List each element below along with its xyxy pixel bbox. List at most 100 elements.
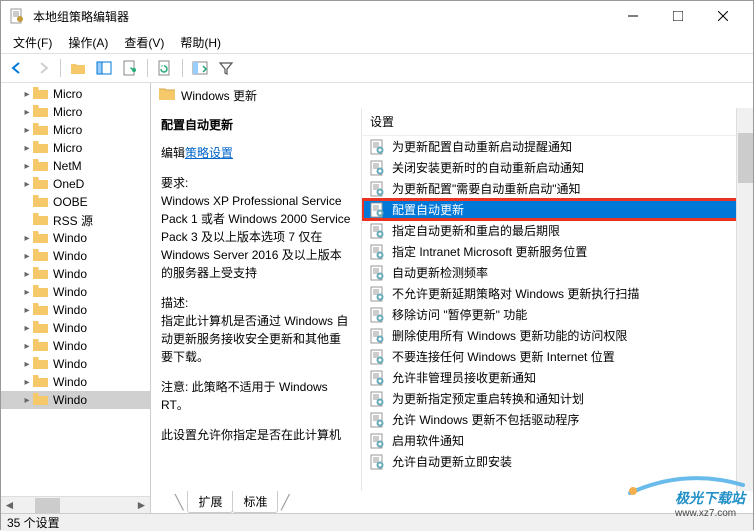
setting-item[interactable]: 为更新配置自动重新启动提醒通知 [362, 136, 753, 157]
tab-extended[interactable]: 扩展 [187, 491, 233, 513]
expand-icon[interactable]: ▸ [21, 143, 33, 154]
export-button[interactable] [188, 56, 212, 80]
tree-item[interactable]: ▸NetM [1, 157, 150, 175]
setting-item[interactable]: 指定 Intranet Microsoft 更新服务位置 [362, 241, 753, 262]
setting-item[interactable]: 为更新配置"需要自动重新启动"通知 [362, 178, 753, 199]
app-icon [9, 8, 25, 24]
tree-item[interactable]: ▸Windo [1, 373, 150, 391]
setting-item[interactable]: 为更新指定预定重启转换和通知计划 [362, 388, 753, 409]
expand-icon[interactable]: ▸ [21, 269, 33, 280]
setting-item[interactable]: 关闭安装更新时的自动重新启动通知 [362, 157, 753, 178]
setting-item[interactable]: 允许自动更新立即安装 [362, 451, 753, 472]
menu-view[interactable]: 查看(V) [116, 32, 172, 53]
tree-item[interactable]: ▸ Windo [1, 301, 150, 319]
minimize-button[interactable] [610, 1, 655, 31]
tree-item[interactable]: ▸ Micro [1, 121, 150, 139]
tree-item[interactable]: ▸Windo [1, 391, 150, 409]
horizontal-scrollbar[interactable]: ◄► [1, 496, 150, 513]
folder-icon [159, 87, 175, 104]
tree-item[interactable]: ▸Micro [1, 85, 150, 103]
filter-button[interactable] [214, 56, 238, 80]
properties-button[interactable] [118, 56, 142, 80]
tab-standard[interactable]: 标准 [232, 491, 278, 513]
tree-item[interactable]: ▸OneD [1, 175, 150, 193]
setting-item[interactable]: 自动更新检测频率 [362, 262, 753, 283]
expand-icon[interactable]: ▸ [21, 125, 33, 136]
maximize-button[interactable] [655, 1, 700, 31]
toolbar-separator [147, 59, 148, 77]
menu-action[interactable]: 操作(A) [60, 32, 116, 53]
settings-column-header[interactable]: 设置 [362, 108, 753, 136]
tree-item[interactable]: ▸Windo [1, 247, 150, 265]
expand-icon[interactable]: ▸ [21, 359, 33, 370]
expand-icon[interactable]: ▸ [21, 233, 33, 244]
requirements-text: Windows XP Professional Service Pack 1 或… [161, 192, 351, 282]
close-button[interactable] [700, 1, 745, 31]
description-pane: 配置自动更新 编辑策略设置 要求: Windows XP Professiona… [151, 108, 361, 491]
tree-item[interactable]: RSS 源 [1, 211, 150, 229]
tree-item[interactable]: OOBE [1, 193, 150, 211]
setting-item[interactable]: 不允许更新延期策略对 Windows 更新执行扫描 [362, 283, 753, 304]
content-title: Windows 更新 [181, 87, 257, 104]
menu-help[interactable]: 帮助(H) [172, 32, 229, 53]
setting-item[interactable]: 配置自动更新 [362, 199, 753, 220]
expand-icon[interactable]: ▸ [21, 323, 33, 334]
expand-icon[interactable]: ▸ [21, 161, 33, 172]
content-pane: Windows 更新 配置自动更新 编辑策略设置 要求: Windows XP … [151, 83, 753, 513]
tree-item-label: Windo [53, 357, 87, 371]
setting-item-label: 允许非管理员接收更新通知 [392, 369, 536, 386]
tree-item-label: RSS 源 [53, 212, 93, 229]
folder-icon [33, 195, 49, 209]
folder-icon [33, 357, 49, 371]
up-button[interactable] [66, 56, 90, 80]
expand-icon[interactable]: ▸ [21, 341, 33, 352]
tree-item[interactable]: ▸ Windo [1, 355, 150, 373]
tree-item-label: OOBE [53, 195, 88, 209]
setting-item-label: 为更新指定预定重启转换和通知计划 [392, 390, 584, 407]
tree-item[interactable]: ▸Micro [1, 103, 150, 121]
tree-item-label: Micro [53, 123, 82, 137]
edit-policy-link[interactable]: 策略设置 [185, 146, 233, 160]
setting-item-label: 启用软件通知 [392, 432, 464, 449]
tree-item[interactable]: ▸Windo [1, 283, 150, 301]
tree-item-label: Micro [53, 141, 82, 155]
setting-item[interactable]: 指定自动更新和重启的最后期限 [362, 220, 753, 241]
content-header: Windows 更新 [151, 83, 753, 108]
setting-item[interactable]: 移除访问 "暂停更新" 功能 [362, 304, 753, 325]
setting-item[interactable]: 启用软件通知 [362, 430, 753, 451]
setting-item[interactable]: 允许非管理员接收更新通知 [362, 367, 753, 388]
setting-item-label: 移除访问 "暂停更新" 功能 [392, 306, 527, 323]
refresh-button[interactable] [153, 56, 177, 80]
expand-icon[interactable]: ▸ [21, 377, 33, 388]
more-text: 此设置允许你指定是否在此计算机 [161, 426, 351, 444]
back-button[interactable] [5, 56, 29, 80]
tree-item[interactable]: ▸Windo [1, 229, 150, 247]
show-hide-tree-button[interactable] [92, 56, 116, 80]
expand-icon[interactable]: ▸ [21, 107, 33, 118]
description-text: 指定此计算机是否通过 Windows 自动更新服务接收安全更新和其他重要下载。 [161, 312, 351, 366]
vertical-scrollbar[interactable] [736, 108, 753, 491]
requirements-label: 要求: [161, 174, 351, 192]
expand-icon[interactable]: ▸ [21, 395, 33, 406]
expand-icon[interactable]: ▸ [21, 251, 33, 262]
setting-item[interactable]: 不要连接任何 Windows 更新 Internet 位置 [362, 346, 753, 367]
setting-item-label: 关闭安装更新时的自动重新启动通知 [392, 159, 584, 176]
expand-icon[interactable]: ▸ [21, 179, 33, 190]
setting-item[interactable]: 允许 Windows 更新不包括驱动程序 [362, 409, 753, 430]
expand-icon[interactable]: ▸ [21, 305, 33, 316]
setting-item-label: 删除使用所有 Windows 更新功能的访问权限 [392, 327, 627, 344]
expand-icon[interactable]: ▸ [21, 287, 33, 298]
policy-icon [370, 412, 386, 428]
tree-item-label: Windo [53, 303, 87, 317]
setting-item[interactable]: 删除使用所有 Windows 更新功能的访问权限 [362, 325, 753, 346]
folder-icon [33, 177, 49, 191]
forward-button[interactable] [31, 56, 55, 80]
menu-file[interactable]: 文件(F) [5, 32, 60, 53]
policy-icon [370, 160, 386, 176]
tree-item[interactable]: ▸ Micro [1, 139, 150, 157]
tree-item[interactable]: ▸Windo [1, 319, 150, 337]
setting-item-label: 不要连接任何 Windows 更新 Internet 位置 [392, 348, 615, 365]
tree-item[interactable]: ▸Windo [1, 337, 150, 355]
tree-item[interactable]: ▸Windo [1, 265, 150, 283]
expand-icon[interactable]: ▸ [21, 89, 33, 100]
